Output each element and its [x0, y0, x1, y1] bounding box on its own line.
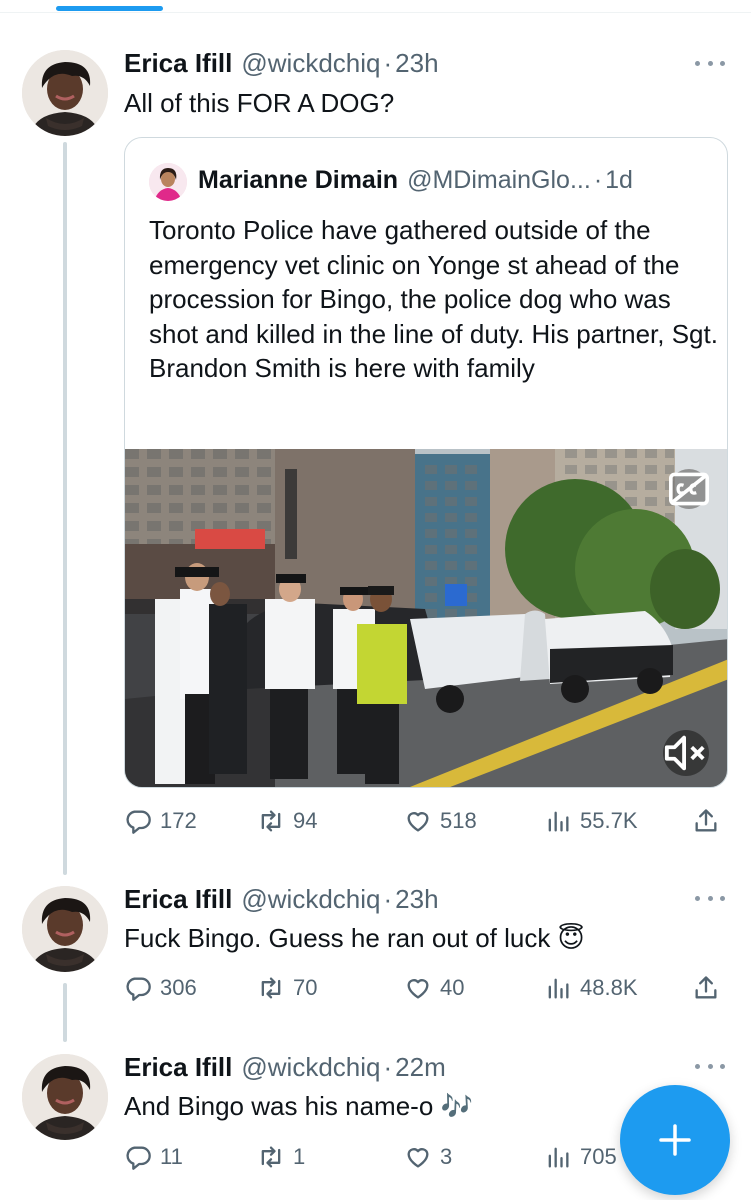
views-button[interactable]: 705	[544, 1139, 617, 1175]
separator-dot: ·	[593, 166, 603, 194]
tweet-actions: 306 70 40 48.8K	[124, 970, 728, 1006]
author-name[interactable]: Erica Ifill	[124, 48, 232, 79]
retweet-icon	[261, 810, 281, 832]
share-icon	[695, 809, 717, 832]
separator-dot: ·	[383, 48, 393, 78]
author-handle[interactable]: @wickdchiq	[241, 884, 380, 915]
retweet-icon	[261, 1146, 281, 1168]
views-button[interactable]: 55.7K	[544, 803, 638, 839]
timestamp[interactable]: 22m	[395, 1052, 446, 1083]
thread-line	[63, 142, 67, 875]
plus-icon	[659, 1124, 691, 1156]
retweet-count: 1	[293, 1144, 306, 1169]
tweet-header: Erica Ifill @wickdchiq · 23h	[124, 48, 439, 79]
more-icon[interactable]	[695, 1058, 725, 1074]
tweet-actions: 172 94 518 55.7K	[124, 803, 728, 839]
views-icon	[548, 811, 569, 832]
more-icon[interactable]	[695, 55, 725, 71]
views-count: 705	[580, 1144, 617, 1169]
like-count: 40	[440, 975, 465, 1000]
like-button[interactable]: 518	[404, 803, 477, 839]
avatar[interactable]	[149, 163, 187, 201]
share-icon	[695, 976, 717, 999]
like-count: 518	[440, 808, 477, 833]
reply-button[interactable]: 306	[124, 970, 197, 1006]
mute-icon[interactable]	[663, 730, 709, 776]
quote-text: Toronto Police have gathered outside of …	[149, 215, 718, 383]
thread-line	[63, 983, 67, 1042]
views-icon	[548, 1147, 569, 1168]
views-icon	[548, 978, 569, 999]
tweet-text: And Bingo was his name-o 🎶	[124, 1091, 473, 1121]
reply-icon	[126, 1146, 151, 1170]
retweet-icon	[261, 977, 281, 999]
quote-author-name[interactable]: Marianne Dimain	[198, 166, 398, 195]
like-button[interactable]: 40	[404, 970, 464, 1006]
author-handle[interactable]: @wickdchiq	[241, 1052, 380, 1083]
reply-count: 11	[160, 1144, 183, 1169]
tweet-text: Fuck Bingo. Guess he ran out of luck 😇	[124, 923, 585, 953]
avatar[interactable]	[22, 50, 108, 136]
separator-dot: ·	[383, 884, 393, 914]
heart-icon	[407, 812, 429, 832]
heart-icon	[407, 1148, 429, 1168]
retweet-button[interactable]: 1	[257, 1139, 305, 1175]
author-name[interactable]: Erica Ifill	[124, 1052, 232, 1083]
reply-count: 306	[160, 975, 197, 1000]
retweet-count: 94	[293, 808, 318, 833]
views-count: 55.7K	[580, 808, 638, 833]
retweet-button[interactable]: 94	[257, 803, 317, 839]
views-button[interactable]: 48.8K	[544, 970, 638, 1006]
quote-author-handle[interactable]: @MDimainGlo...	[407, 166, 591, 195]
timestamp[interactable]: 23h	[395, 48, 438, 79]
timestamp[interactable]: 23h	[395, 884, 438, 915]
share-button[interactable]	[692, 970, 720, 1006]
tweet-header: Erica Ifill @wickdchiq · 22m	[124, 1052, 446, 1083]
reply-icon	[126, 810, 151, 834]
share-button[interactable]	[692, 803, 720, 839]
like-button[interactable]: 3	[404, 1139, 452, 1175]
top-divider	[0, 12, 751, 13]
captions-icon[interactable]	[669, 469, 709, 509]
tab-indicator	[56, 6, 163, 11]
reply-button[interactable]: 172	[124, 803, 197, 839]
quote-header: Marianne Dimain @MDimainGlo... · 1d	[198, 166, 633, 195]
compose-button[interactable]	[620, 1085, 730, 1195]
video-player[interactable]	[125, 449, 727, 787]
tweet-text: All of this FOR A DOG?	[124, 88, 395, 118]
retweet-count: 70	[293, 975, 318, 1000]
avatar[interactable]	[22, 886, 108, 972]
more-icon[interactable]	[695, 890, 725, 906]
like-count: 3	[440, 1144, 453, 1169]
reply-count: 172	[160, 808, 197, 833]
quote-timestamp[interactable]: 1d	[605, 166, 633, 195]
reply-icon	[126, 977, 151, 1001]
quote-tweet-card[interactable]: Marianne Dimain @MDimainGlo... · 1d Toro…	[124, 137, 728, 788]
author-handle[interactable]: @wickdchiq	[241, 48, 380, 79]
reply-button[interactable]: 11	[124, 1139, 183, 1175]
heart-icon	[407, 979, 429, 999]
separator-dot: ·	[383, 1052, 393, 1082]
retweet-button[interactable]: 70	[257, 970, 317, 1006]
avatar[interactable]	[22, 1054, 108, 1140]
tweet-header: Erica Ifill @wickdchiq · 23h	[124, 884, 439, 915]
views-count: 48.8K	[580, 975, 638, 1000]
author-name[interactable]: Erica Ifill	[124, 884, 232, 915]
